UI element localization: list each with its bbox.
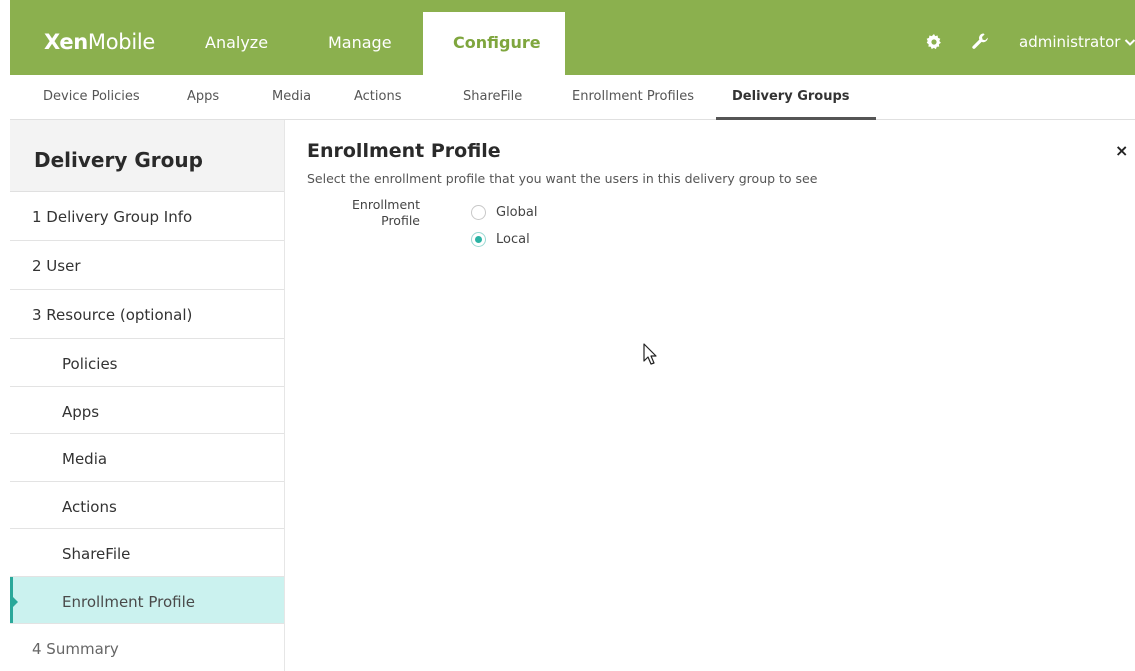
wrench-icon[interactable]: [972, 33, 989, 50]
step-actions[interactable]: Actions: [10, 482, 284, 529]
step-media[interactable]: Media: [10, 434, 284, 482]
mouse-cursor-icon: [643, 343, 657, 365]
radio-option-local[interactable]: Local: [471, 232, 530, 247]
user-menu[interactable]: administrator: [1019, 33, 1120, 51]
nav-analyze[interactable]: Analyze: [205, 33, 268, 52]
radio-global[interactable]: [471, 205, 486, 220]
field-label-line1: Enrollment: [352, 197, 420, 212]
subnav-device-policies[interactable]: Device Policies: [43, 89, 140, 104]
step-resource[interactable]: 3 Resource (optional): [10, 290, 284, 339]
field-label-line2: Profile: [381, 213, 420, 228]
radio-global-label: Global: [496, 205, 538, 220]
step-apps[interactable]: Apps: [10, 387, 284, 434]
nav-manage[interactable]: Manage: [328, 33, 392, 52]
radio-option-global[interactable]: Global: [471, 205, 537, 220]
xenmobile-logo[interactable]: XenMobile: [44, 30, 155, 54]
enrollment-profile-label: Enrollment Profile: [340, 197, 420, 229]
step-delivery-group-info[interactable]: 1 Delivery Group Info: [10, 192, 284, 241]
nav-configure[interactable]: Configure: [423, 12, 565, 75]
subnav-actions[interactable]: Actions: [354, 89, 402, 104]
active-arrow-icon: [13, 596, 18, 607]
radio-local-label: Local: [496, 232, 530, 247]
subnav-enrollment-profiles[interactable]: Enrollment Profiles: [572, 89, 694, 104]
subnav-apps[interactable]: Apps: [187, 89, 219, 104]
step-enrollment-profile-label: Enrollment Profile: [62, 592, 195, 611]
active-tab-underline: [716, 117, 876, 120]
subnav-sharefile[interactable]: ShareFile: [463, 89, 522, 104]
step-enrollment-profile[interactable]: Enrollment Profile: [10, 576, 284, 624]
step-summary[interactable]: 4 Summary: [10, 624, 284, 671]
step-sharefile[interactable]: ShareFile: [10, 529, 284, 577]
step-user[interactable]: 2 User: [10, 241, 284, 290]
wizard-sidebar: Delivery Group 1 Delivery Group Info 2 U…: [10, 120, 285, 671]
step-policies[interactable]: Policies: [10, 339, 284, 387]
subnav-delivery-groups[interactable]: Delivery Groups: [732, 89, 850, 104]
page-description: Select the enrollment profile that you w…: [307, 171, 818, 186]
subnav-media[interactable]: Media: [272, 89, 311, 104]
sidebar-title: Delivery Group: [10, 120, 284, 192]
chevron-down-icon[interactable]: [1124, 38, 1135, 47]
sub-nav: Device Policies Apps Media Actions Share…: [10, 75, 1135, 120]
gear-icon[interactable]: [926, 34, 942, 50]
page-title: Enrollment Profile: [307, 140, 501, 162]
top-nav-bar: XenMobile Analyze Manage Configure admin…: [10, 0, 1135, 75]
radio-local[interactable]: [471, 232, 486, 247]
close-icon[interactable]: ×: [1115, 141, 1128, 160]
